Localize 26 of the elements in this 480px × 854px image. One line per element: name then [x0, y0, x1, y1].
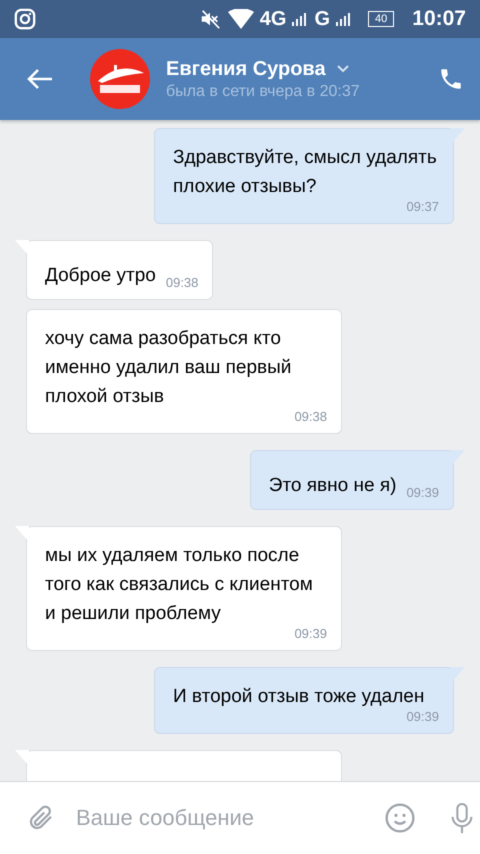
- battery-icon: 40: [368, 11, 394, 27]
- emoji-button[interactable]: [384, 802, 416, 834]
- instagram-icon: [14, 8, 36, 30]
- signal-icon: [336, 12, 352, 26]
- avatar: [90, 49, 150, 109]
- message-text: мы их удаляем только после того как связались с клиентом и решили проблему: [45, 544, 314, 626]
- message-text: И второй отзыв тоже удален: [173, 685, 424, 709]
- chevron-down-icon[interactable]: [336, 64, 350, 74]
- contact-name[interactable]: Евгения Сурова: [166, 58, 326, 80]
- wifi-icon: [228, 9, 254, 29]
- message-text: Это явно не я): [268, 474, 396, 498]
- message-time: 09:39: [406, 485, 439, 500]
- signal-icon: [292, 12, 308, 26]
- network-label: 4G: [260, 8, 286, 30]
- message-text: Здравствуйте, смысл удалять плохие отзывы?: [173, 146, 438, 199]
- message-text: хочу сама разобраться кто именно удалил ваш первый плохой отзыв: [45, 327, 292, 409]
- message-time: 09:37: [406, 199, 439, 214]
- clock: 10:07: [412, 7, 466, 31]
- message-text: Доброе утро: [45, 264, 156, 288]
- last-seen-status: была в сети вчера в 20:37: [166, 82, 361, 100]
- network-label: G: [314, 8, 330, 30]
- message-time: 09:38: [166, 275, 198, 290]
- message-time: 09:38: [294, 409, 327, 424]
- message-time: 09:39: [294, 626, 327, 641]
- message-time: 09:39: [406, 709, 439, 724]
- back-button[interactable]: [26, 67, 54, 91]
